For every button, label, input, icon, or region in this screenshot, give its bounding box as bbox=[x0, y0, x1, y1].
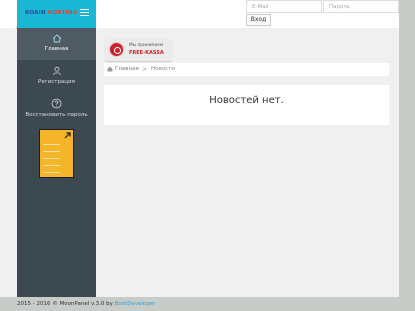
badge-caption: Мы принимаем bbox=[129, 43, 164, 48]
sidebar: Главная Регистрация Восстановить пароль bbox=[17, 28, 96, 297]
top-bar: ROAIN HOSTING E-Mail Пароль Вход bbox=[0, 0, 399, 28]
question-icon bbox=[51, 98, 62, 109]
brand-header: ROAIN HOSTING bbox=[17, 0, 96, 28]
breadcrumb-current: Новости bbox=[151, 66, 175, 72]
sidebar-item-label: Главная bbox=[44, 46, 69, 52]
breadcrumb-home-link[interactable]: Главная bbox=[115, 63, 139, 76]
ad-line bbox=[43, 144, 60, 145]
empty-news-message: Новостей нет. bbox=[209, 95, 284, 106]
ad-banner[interactable] bbox=[39, 129, 74, 178]
user-icon bbox=[52, 66, 61, 76]
hamburger-line bbox=[80, 12, 89, 13]
badge-brand: FREE-KASSA bbox=[129, 50, 164, 56]
logo-main-text: ROAIN bbox=[25, 10, 46, 16]
ad-line bbox=[43, 172, 60, 173]
home-icon bbox=[107, 66, 113, 72]
breadcrumb-separator: > bbox=[142, 66, 148, 73]
login-form: E-Mail Пароль Вход bbox=[245, 0, 399, 28]
free-kassa-logo-icon bbox=[109, 42, 124, 57]
breadcrumb: Главная > Новости bbox=[104, 63, 389, 76]
footer-text: 2015 - 2016 © MoonPanel v.3.0 by bbox=[17, 301, 115, 307]
footer: 2015 - 2016 © MoonPanel v.3.0 by BootDev… bbox=[17, 297, 399, 311]
ad-line bbox=[43, 151, 60, 152]
footer-author-link[interactable]: BootDeveloper bbox=[115, 301, 156, 307]
arrow-up-right-icon bbox=[64, 132, 71, 139]
ad-line bbox=[43, 158, 60, 159]
sidebar-item-label: Регистрация bbox=[38, 79, 75, 85]
news-panel: Новостей нет. bbox=[104, 85, 389, 125]
free-kassa-badge[interactable]: Мы принимаем FREE-KASSA bbox=[105, 39, 172, 61]
ad-line bbox=[43, 165, 60, 166]
email-field[interactable]: E-Mail bbox=[246, 0, 322, 13]
menu-toggle-button[interactable] bbox=[80, 9, 89, 17]
sidebar-item-restore-password[interactable]: Восстановить пароль bbox=[17, 96, 96, 124]
home-icon bbox=[52, 34, 61, 43]
page-frame: ROAIN HOSTING E-Mail Пароль Вход Главная bbox=[0, 0, 399, 297]
password-field[interactable]: Пароль bbox=[323, 0, 399, 13]
site-logo[interactable]: ROAIN HOSTING bbox=[25, 10, 77, 16]
hamburger-line bbox=[80, 9, 89, 10]
hamburger-line bbox=[80, 15, 89, 16]
sidebar-item-home[interactable]: Главная bbox=[17, 28, 96, 60]
sidebar-item-label: Восстановить пароль bbox=[25, 112, 88, 118]
logo-accent-text: HOSTING bbox=[47, 10, 78, 16]
login-button[interactable]: Вход bbox=[246, 14, 271, 26]
sidebar-item-register[interactable]: Регистрация bbox=[17, 64, 96, 92]
